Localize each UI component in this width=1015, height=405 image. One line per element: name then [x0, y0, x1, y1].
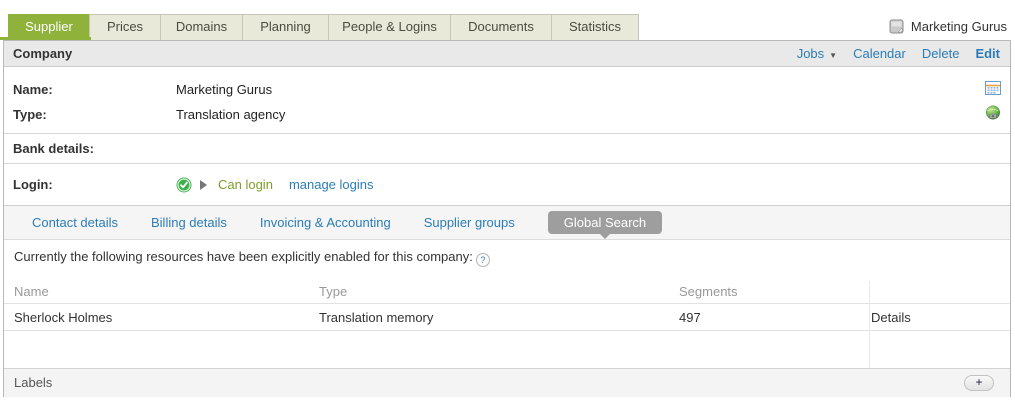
details-link[interactable]: Details	[871, 305, 911, 330]
login-content: Can login manage logins	[176, 164, 374, 205]
subtab-supplier-groups[interactable]: Supplier groups	[424, 215, 515, 230]
main-tabbar: Supplier Prices Domains Planning People …	[8, 14, 639, 40]
table-row: Sherlock Holmes Translation memory 497 D…	[4, 305, 1010, 331]
company-indicator: Marketing Gurus	[889, 19, 1007, 34]
table-column-divider	[869, 281, 870, 368]
page-title: Company	[13, 41, 72, 66]
globe-camera-icon[interactable]	[985, 105, 1001, 124]
bank-details-label: Bank details:	[13, 134, 94, 163]
help-icon[interactable]: ?	[476, 253, 490, 267]
calendar-link[interactable]: Calendar	[853, 46, 906, 61]
tab-statistics[interactable]: Statistics	[551, 14, 639, 40]
resources-intro: Currently the following resources have b…	[14, 249, 490, 267]
bank-details-row: Bank details:	[4, 133, 1010, 164]
subtab-contact-details[interactable]: Contact details	[32, 215, 118, 230]
tab-people-logins[interactable]: People & Logins	[328, 14, 451, 40]
resources-intro-text: Currently the following resources have b…	[14, 249, 473, 264]
labels-bar: Labels +	[4, 368, 1010, 397]
manage-logins-link[interactable]: manage logins	[289, 177, 374, 192]
triangle-right-icon[interactable]	[200, 180, 207, 190]
tab-prices[interactable]: Prices	[89, 14, 161, 40]
labels-title: Labels	[14, 369, 52, 397]
check-circle-icon	[176, 177, 192, 193]
jobs-menu-button[interactable]: Jobs ▼	[797, 46, 837, 61]
tab-documents[interactable]: Documents	[450, 14, 552, 40]
add-label-button[interactable]: +	[964, 375, 994, 391]
resource-type-cell: Translation memory	[319, 305, 433, 330]
name-field-value: Marketing Gurus	[176, 82, 272, 97]
subtab-global-search[interactable]: Global Search	[548, 211, 662, 234]
column-header-segments: Segments	[679, 281, 738, 303]
name-field-label: Name:	[13, 82, 53, 97]
login-field-label: Login:	[13, 164, 53, 205]
type-field-value: Translation agency	[176, 107, 285, 122]
chevron-down-icon: ▼	[829, 51, 837, 60]
subtab-billing-details[interactable]: Billing details	[151, 215, 227, 230]
tab-planning[interactable]: Planning	[242, 14, 329, 40]
company-panel: Company Jobs ▼ Calendar Delete Edit Name:…	[3, 40, 1011, 397]
edit-link[interactable]: Edit	[975, 46, 1000, 61]
company-indicator-label: Marketing Gurus	[911, 19, 1007, 34]
subtab-invoicing-accounting[interactable]: Invoicing & Accounting	[260, 215, 391, 230]
resource-segments-cell: 497	[679, 305, 701, 330]
subtab-bar: Contact details Billing details Invoicin…	[4, 206, 1010, 240]
company-header-bar: Company Jobs ▼ Calendar Delete Edit	[4, 41, 1010, 67]
app-window: Marketing Gurus Supplier Prices Domains …	[0, 0, 1015, 405]
company-actions: Jobs ▼ Calendar Delete Edit	[797, 41, 1000, 66]
delete-link[interactable]: Delete	[922, 46, 960, 61]
column-header-name: Name	[14, 281, 49, 303]
resource-name-cell: Sherlock Holmes	[14, 305, 112, 330]
resources-table-header: Name Type Segments	[4, 281, 1010, 304]
type-field-label: Type:	[13, 107, 47, 122]
login-status-text: Can login	[218, 177, 273, 192]
calendar-icon[interactable]	[985, 80, 1001, 99]
note-icon[interactable]	[889, 19, 904, 34]
column-header-type: Type	[319, 281, 347, 303]
jobs-menu-label: Jobs	[797, 46, 824, 61]
login-row: Login: Can login manage logins	[4, 164, 1010, 206]
tab-domains[interactable]: Domains	[160, 14, 243, 40]
